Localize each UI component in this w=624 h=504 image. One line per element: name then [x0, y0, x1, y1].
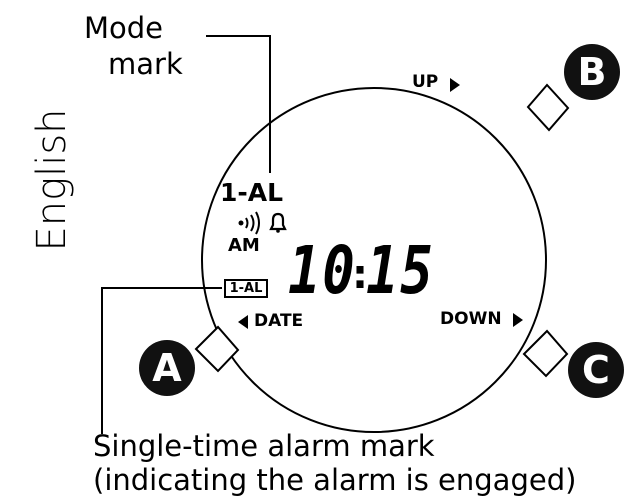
- button-a[interactable]: A: [139, 340, 195, 396]
- date-label: DATE: [254, 311, 304, 331]
- mode-mark-leader: [206, 35, 271, 173]
- down-label: DOWN: [440, 309, 502, 329]
- am-pm-indicator: AM: [228, 235, 260, 256]
- time-minutes: 15: [366, 232, 435, 309]
- up-label: UP: [412, 72, 439, 92]
- language-label: English: [29, 108, 75, 252]
- time-hours: 10: [288, 232, 357, 309]
- button-c[interactable]: C: [568, 342, 624, 398]
- signal-icon: [238, 211, 260, 235]
- single-alarm-indicator: 1-AL: [224, 279, 268, 298]
- single-alarm-caption-line2: (indicating the alarm is engaged): [93, 463, 577, 497]
- single-alarm-caption-line1: Single-time alarm mark: [93, 429, 435, 463]
- mode-code: 1-AL: [220, 178, 284, 207]
- button-b-nub: [526, 83, 570, 132]
- down-arrow-icon: [513, 313, 523, 327]
- button-a-nub: [194, 325, 240, 373]
- button-b[interactable]: B: [564, 44, 620, 100]
- button-c-nub: [522, 329, 569, 378]
- mode-mark-caption-line1: Mode: [84, 11, 164, 45]
- up-arrow-icon: [450, 78, 460, 92]
- mode-mark-caption-line2: mark: [108, 47, 183, 81]
- bell-icon: [269, 212, 287, 233]
